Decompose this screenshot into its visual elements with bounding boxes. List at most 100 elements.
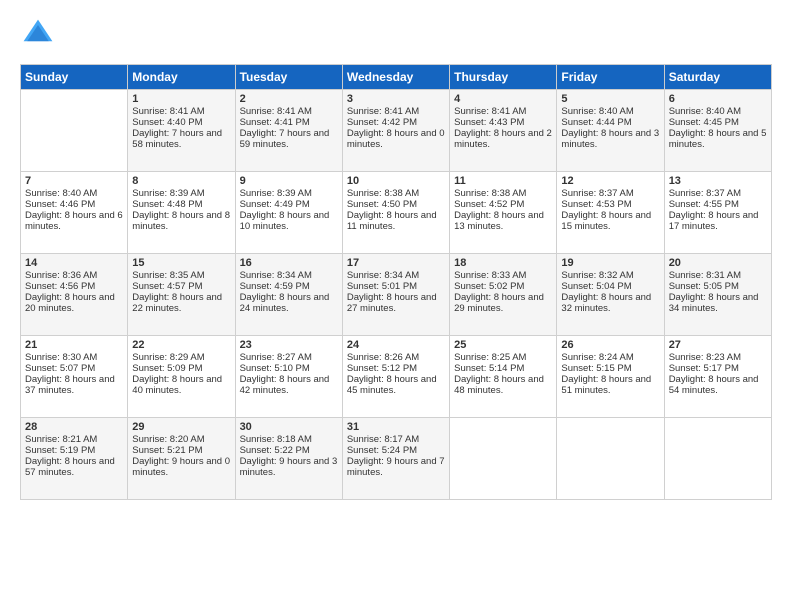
sunset: Sunset: 5:07 PM	[25, 363, 123, 374]
sunset: Sunset: 4:56 PM	[25, 281, 123, 292]
sunrise: Sunrise: 8:34 AM	[347, 270, 445, 281]
day-number: 6	[669, 93, 767, 105]
day-number: 4	[454, 93, 552, 105]
day-header-tuesday: Tuesday	[235, 65, 342, 90]
sunrise: Sunrise: 8:38 AM	[454, 188, 552, 199]
day-number: 3	[347, 93, 445, 105]
sunrise: Sunrise: 8:41 AM	[132, 106, 230, 117]
week-row-3: 14Sunrise: 8:36 AMSunset: 4:56 PMDayligh…	[21, 254, 772, 336]
day-number: 27	[669, 339, 767, 351]
sunset: Sunset: 4:48 PM	[132, 199, 230, 210]
day-number: 2	[240, 93, 338, 105]
calendar-cell: 25Sunrise: 8:25 AMSunset: 5:14 PMDayligh…	[450, 336, 557, 418]
daylight: Daylight: 8 hours and 45 minutes.	[347, 374, 445, 396]
daylight: Daylight: 8 hours and 40 minutes.	[132, 374, 230, 396]
sunset: Sunset: 4:42 PM	[347, 117, 445, 128]
daylight: Daylight: 9 hours and 3 minutes.	[240, 456, 338, 478]
sunset: Sunset: 4:41 PM	[240, 117, 338, 128]
calendar-cell	[21, 90, 128, 172]
sunrise: Sunrise: 8:33 AM	[454, 270, 552, 281]
daylight: Daylight: 8 hours and 37 minutes.	[25, 374, 123, 396]
sunset: Sunset: 4:45 PM	[669, 117, 767, 128]
sunset: Sunset: 5:09 PM	[132, 363, 230, 374]
daylight: Daylight: 8 hours and 20 minutes.	[25, 292, 123, 314]
daylight: Daylight: 8 hours and 8 minutes.	[132, 210, 230, 232]
daylight: Daylight: 8 hours and 57 minutes.	[25, 456, 123, 478]
calendar-cell: 12Sunrise: 8:37 AMSunset: 4:53 PMDayligh…	[557, 172, 664, 254]
day-number: 7	[25, 175, 123, 187]
day-number: 26	[561, 339, 659, 351]
day-number: 18	[454, 257, 552, 269]
week-row-4: 21Sunrise: 8:30 AMSunset: 5:07 PMDayligh…	[21, 336, 772, 418]
daylight: Daylight: 8 hours and 10 minutes.	[240, 210, 338, 232]
calendar-cell: 27Sunrise: 8:23 AMSunset: 5:17 PMDayligh…	[664, 336, 771, 418]
sunset: Sunset: 5:12 PM	[347, 363, 445, 374]
calendar-cell: 4Sunrise: 8:41 AMSunset: 4:43 PMDaylight…	[450, 90, 557, 172]
daylight: Daylight: 8 hours and 3 minutes.	[561, 128, 659, 150]
day-number: 17	[347, 257, 445, 269]
day-number: 13	[669, 175, 767, 187]
sunset: Sunset: 5:10 PM	[240, 363, 338, 374]
page: SundayMondayTuesdayWednesdayThursdayFrid…	[0, 0, 792, 612]
daylight: Daylight: 8 hours and 17 minutes.	[669, 210, 767, 232]
sunset: Sunset: 4:43 PM	[454, 117, 552, 128]
calendar-cell: 30Sunrise: 8:18 AMSunset: 5:22 PMDayligh…	[235, 418, 342, 500]
day-header-wednesday: Wednesday	[342, 65, 449, 90]
daylight: Daylight: 9 hours and 0 minutes.	[132, 456, 230, 478]
header	[20, 16, 772, 52]
sunset: Sunset: 5:04 PM	[561, 281, 659, 292]
sunrise: Sunrise: 8:36 AM	[25, 270, 123, 281]
day-number: 30	[240, 421, 338, 433]
sunrise: Sunrise: 8:41 AM	[240, 106, 338, 117]
days-header-row: SundayMondayTuesdayWednesdayThursdayFrid…	[21, 65, 772, 90]
calendar-cell: 24Sunrise: 8:26 AMSunset: 5:12 PMDayligh…	[342, 336, 449, 418]
daylight: Daylight: 8 hours and 29 minutes.	[454, 292, 552, 314]
calendar-cell: 6Sunrise: 8:40 AMSunset: 4:45 PMDaylight…	[664, 90, 771, 172]
day-header-saturday: Saturday	[664, 65, 771, 90]
day-number: 11	[454, 175, 552, 187]
day-number: 29	[132, 421, 230, 433]
sunrise: Sunrise: 8:29 AM	[132, 352, 230, 363]
sunrise: Sunrise: 8:26 AM	[347, 352, 445, 363]
sunrise: Sunrise: 8:40 AM	[561, 106, 659, 117]
calendar-cell: 28Sunrise: 8:21 AMSunset: 5:19 PMDayligh…	[21, 418, 128, 500]
sunset: Sunset: 4:52 PM	[454, 199, 552, 210]
calendar-cell: 10Sunrise: 8:38 AMSunset: 4:50 PMDayligh…	[342, 172, 449, 254]
sunset: Sunset: 5:19 PM	[25, 445, 123, 456]
calendar-cell: 18Sunrise: 8:33 AMSunset: 5:02 PMDayligh…	[450, 254, 557, 336]
sunset: Sunset: 4:57 PM	[132, 281, 230, 292]
sunset: Sunset: 4:46 PM	[25, 199, 123, 210]
calendar-cell: 13Sunrise: 8:37 AMSunset: 4:55 PMDayligh…	[664, 172, 771, 254]
logo-icon	[20, 16, 56, 52]
daylight: Daylight: 8 hours and 42 minutes.	[240, 374, 338, 396]
calendar-cell: 19Sunrise: 8:32 AMSunset: 5:04 PMDayligh…	[557, 254, 664, 336]
calendar-cell: 23Sunrise: 8:27 AMSunset: 5:10 PMDayligh…	[235, 336, 342, 418]
calendar-cell: 9Sunrise: 8:39 AMSunset: 4:49 PMDaylight…	[235, 172, 342, 254]
calendar-cell: 20Sunrise: 8:31 AMSunset: 5:05 PMDayligh…	[664, 254, 771, 336]
sunrise: Sunrise: 8:27 AM	[240, 352, 338, 363]
sunrise: Sunrise: 8:31 AM	[669, 270, 767, 281]
daylight: Daylight: 8 hours and 15 minutes.	[561, 210, 659, 232]
day-number: 19	[561, 257, 659, 269]
day-number: 16	[240, 257, 338, 269]
calendar-cell: 17Sunrise: 8:34 AMSunset: 5:01 PMDayligh…	[342, 254, 449, 336]
sunrise: Sunrise: 8:25 AM	[454, 352, 552, 363]
day-number: 31	[347, 421, 445, 433]
calendar-cell: 16Sunrise: 8:34 AMSunset: 4:59 PMDayligh…	[235, 254, 342, 336]
week-row-5: 28Sunrise: 8:21 AMSunset: 5:19 PMDayligh…	[21, 418, 772, 500]
day-number: 5	[561, 93, 659, 105]
calendar-cell	[664, 418, 771, 500]
sunrise: Sunrise: 8:39 AM	[132, 188, 230, 199]
calendar-cell: 2Sunrise: 8:41 AMSunset: 4:41 PMDaylight…	[235, 90, 342, 172]
sunset: Sunset: 5:05 PM	[669, 281, 767, 292]
daylight: Daylight: 8 hours and 6 minutes.	[25, 210, 123, 232]
day-number: 24	[347, 339, 445, 351]
sunset: Sunset: 4:53 PM	[561, 199, 659, 210]
sunrise: Sunrise: 8:17 AM	[347, 434, 445, 445]
sunset: Sunset: 5:01 PM	[347, 281, 445, 292]
daylight: Daylight: 8 hours and 27 minutes.	[347, 292, 445, 314]
sunrise: Sunrise: 8:37 AM	[669, 188, 767, 199]
daylight: Daylight: 8 hours and 24 minutes.	[240, 292, 338, 314]
week-row-2: 7Sunrise: 8:40 AMSunset: 4:46 PMDaylight…	[21, 172, 772, 254]
sunrise: Sunrise: 8:32 AM	[561, 270, 659, 281]
